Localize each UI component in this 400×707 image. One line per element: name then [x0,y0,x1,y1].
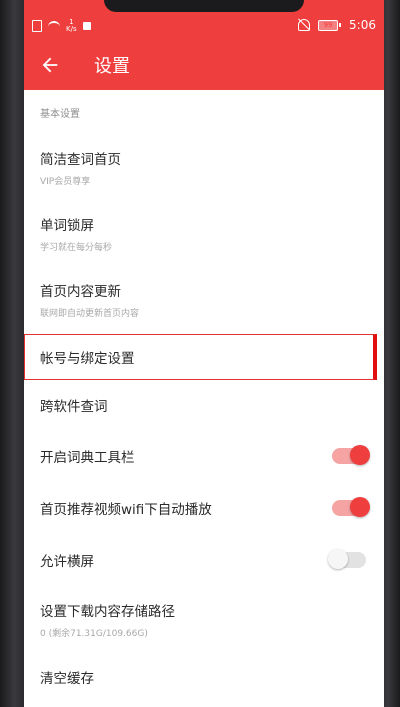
setting-storage-path[interactable]: 设置下载内容存储路径 0 (剩余71.31G/109.66G) [24,586,384,652]
setting-subtitle: 学习就在每分每秒 [40,243,113,253]
page-title: 设置 [94,56,130,77]
battery-tip [339,23,342,27]
status-left: 1 K/s [32,19,91,33]
setting-subtitle: 联网即自动更新首页内容 [40,309,140,319]
sim-card-icon [32,20,42,32]
setting-subtitle: VIP会员尊享 [40,177,91,187]
setting-video-autoplay[interactable]: 首页推荐视频wifi下自动播放 [24,482,384,534]
setting-title: 清空缓存 [40,671,94,687]
landscape-toggle[interactable] [328,549,366,569]
phone-bezel-left [0,0,24,707]
toggle-knob [328,549,348,569]
clock: 5:06 [349,18,376,32]
setting-subtitle: 0 (剩余71.31G/109.66G) [40,629,148,639]
setting-cross-app-lookup[interactable]: 跨软件查词 [24,380,384,430]
setting-title: 首页内容更新 [40,284,121,300]
battery-icon: 99 [318,19,342,31]
notification-icon [82,22,91,30]
setting-account-binding[interactable]: 帐号与绑定设置 [24,334,384,380]
setting-title: 单词锁屏 [40,218,94,234]
setting-title: 设置下载内容存储路径 [40,604,175,620]
toggle-knob [350,445,370,465]
camera-notch [104,0,304,12]
network-speed: 1 K/s [66,19,77,33]
setting-simple-home[interactable]: 简洁查词首页 VIP会员尊享 [24,134,384,200]
back-arrow-svg [42,57,58,73]
setting-clear-cache[interactable]: 清空缓存 [24,652,384,702]
setting-title: 开启词典工具栏 [40,450,135,466]
highlight-box [24,334,377,380]
mute-bell-icon [298,19,311,31]
setting-allow-landscape[interactable]: 允许横屏 [24,534,384,586]
status-right: 99 5:06 [298,18,376,32]
section-header-basic: 基本设置 [40,108,80,120]
toggle-knob [350,497,370,517]
setting-lockscreen[interactable]: 单词锁屏 学习就在每分每秒 [24,200,384,266]
network-speed-unit: K/s [66,25,77,33]
settings-list: 基本设置 简洁查词首页 VIP会员尊享 单词锁屏 学习就在每分每秒 首页内容更新… [24,90,384,702]
setting-title: 简洁查词首页 [40,152,121,168]
app-screen: 1 K/s 99 5:06 设置 基本设置 简洁查词首页 VIP会员尊享 单词锁… [24,0,384,707]
autoplay-toggle[interactable] [332,497,370,517]
battery-level: 99 [318,19,339,31]
setting-home-update[interactable]: 首页内容更新 联网即自动更新首页内容 [24,266,384,332]
wifi-icon [48,21,60,31]
back-arrow-icon[interactable] [36,51,64,79]
setting-title: 允许横屏 [40,554,94,570]
setting-title: 跨软件查词 [40,399,108,415]
app-bar: 设置 [24,40,384,90]
setting-title: 首页推荐视频wifi下自动播放 [40,502,212,518]
toolbar-toggle[interactable] [332,445,370,465]
status-bar: 1 K/s 99 5:06 [24,0,384,40]
setting-dictionary-toolbar[interactable]: 开启词典工具栏 [24,430,384,482]
